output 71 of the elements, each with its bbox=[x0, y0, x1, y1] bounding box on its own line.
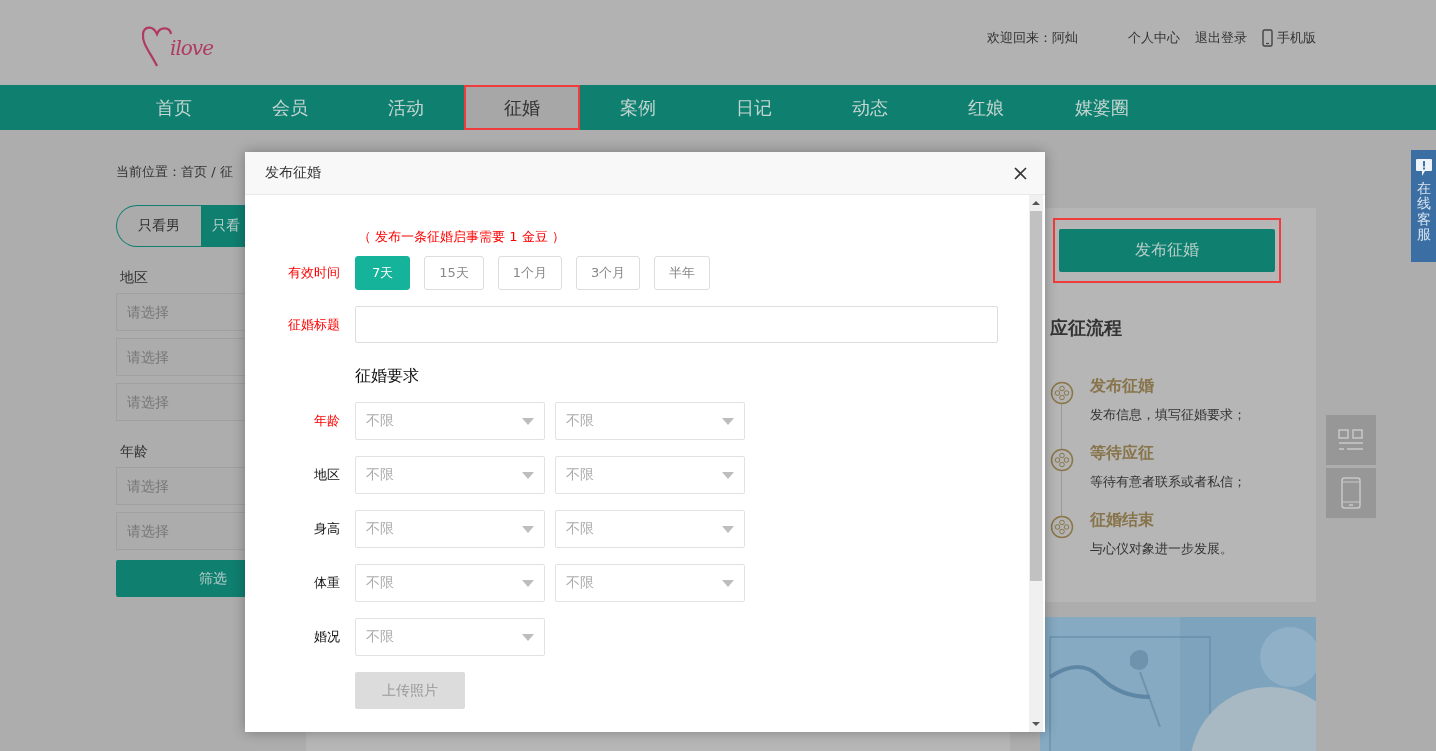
caret-icon bbox=[722, 525, 734, 533]
caret-icon bbox=[722, 579, 734, 587]
caret-icon bbox=[522, 633, 534, 641]
dropdown[interactable]: 不限 bbox=[555, 510, 745, 548]
welcome-text: 欢迎回来：阿灿 bbox=[987, 28, 1078, 47]
caret-icon bbox=[522, 579, 534, 587]
dropdown[interactable]: 不限 bbox=[355, 510, 545, 548]
nav-tab[interactable]: 征婚 bbox=[464, 85, 580, 130]
gender-tab[interactable]: 只看男 bbox=[116, 205, 201, 247]
caret-icon bbox=[522, 471, 534, 479]
step-title: 等待应征 bbox=[1090, 443, 1155, 464]
qr-tool-button[interactable] bbox=[1326, 415, 1376, 465]
logo-text[interactable]: ilove bbox=[170, 35, 213, 60]
close-icon[interactable] bbox=[1014, 166, 1027, 180]
duration-option[interactable]: 3个月 bbox=[576, 256, 641, 290]
field-label: 婚况 bbox=[313, 628, 341, 646]
nav-tab[interactable]: 动态 bbox=[812, 85, 928, 130]
nav-tab[interactable]: 日记 bbox=[696, 85, 812, 130]
step-title: 征婚结束 bbox=[1090, 510, 1155, 531]
field-label: 年龄 bbox=[313, 412, 341, 430]
caret-icon bbox=[522, 525, 534, 533]
dialog-title: 发布征婚 bbox=[265, 164, 321, 182]
publish-button[interactable]: 发布征婚 bbox=[1059, 229, 1275, 272]
dropdown[interactable]: 不限 bbox=[555, 402, 745, 440]
phone-icon bbox=[1341, 477, 1361, 509]
dropdown[interactable]: 不限 bbox=[555, 456, 745, 494]
duration-option[interactable]: 1个月 bbox=[497, 256, 563, 290]
flower-icon bbox=[1050, 448, 1074, 472]
dropdown[interactable]: 不限 bbox=[555, 564, 745, 602]
scrollbar[interactable] bbox=[1029, 195, 1043, 732]
field-label: 有效时间 bbox=[287, 264, 341, 282]
duration-option[interactable]: 7天 bbox=[355, 256, 411, 290]
grid-icon bbox=[1338, 429, 1364, 451]
step-description: 发布信息，填写征婚要求； bbox=[1090, 406, 1246, 424]
caret-icon bbox=[522, 417, 534, 425]
flower-icon bbox=[1050, 515, 1074, 539]
duration-option[interactable]: 半年 bbox=[654, 256, 711, 290]
section-heading: 征婚要求 bbox=[355, 366, 419, 387]
mobile-tool-button[interactable] bbox=[1326, 468, 1376, 518]
nav-tab[interactable]: 首页 bbox=[116, 85, 232, 130]
title-input[interactable] bbox=[355, 306, 998, 343]
nav-tab[interactable]: 案例 bbox=[580, 85, 696, 130]
phone-icon bbox=[1262, 28, 1273, 47]
caret-icon bbox=[722, 471, 734, 479]
header-link[interactable]: 个人中心 bbox=[1128, 28, 1180, 47]
dropdown[interactable]: 不限 bbox=[355, 456, 545, 494]
cost-note: （ 发布一条征婚启事需要 1 金豆 ） bbox=[358, 228, 565, 246]
section-title: 应征流程 bbox=[1050, 316, 1123, 340]
filter-label: 地区 bbox=[120, 269, 148, 287]
field-label: 身高 bbox=[313, 520, 341, 538]
duration-option[interactable]: 15天 bbox=[424, 256, 484, 290]
field-label: 地区 bbox=[313, 466, 341, 484]
step-description: 等待有意者联系或者私信； bbox=[1090, 473, 1246, 491]
field-label: 体重 bbox=[313, 574, 341, 592]
header-link[interactable]: 退出登录 bbox=[1195, 28, 1247, 47]
chat-icon bbox=[1414, 158, 1433, 178]
caret-icon bbox=[722, 417, 734, 425]
filter-label: 年龄 bbox=[120, 443, 148, 461]
header-link[interactable]: 手机版 bbox=[1262, 28, 1316, 47]
nav-tab[interactable]: 活动 bbox=[348, 85, 464, 130]
nav-tab[interactable]: 媒婆圈 bbox=[1044, 85, 1160, 130]
service-tab[interactable]: 在线客服 bbox=[1411, 150, 1436, 262]
breadcrumb: 当前位置：首页 / 征 bbox=[116, 163, 233, 181]
nav-tab[interactable]: 会员 bbox=[232, 85, 348, 130]
dropdown[interactable]: 不限 bbox=[355, 564, 545, 602]
dropdown[interactable]: 不限 bbox=[355, 402, 545, 440]
step-description: 与心仪对象进一步发展。 bbox=[1090, 540, 1233, 558]
step-title: 发布征婚 bbox=[1090, 376, 1155, 397]
flower-icon bbox=[1050, 381, 1074, 405]
nav-tab[interactable]: 红娘 bbox=[928, 85, 1044, 130]
dropdown[interactable]: 不限 bbox=[355, 618, 545, 656]
